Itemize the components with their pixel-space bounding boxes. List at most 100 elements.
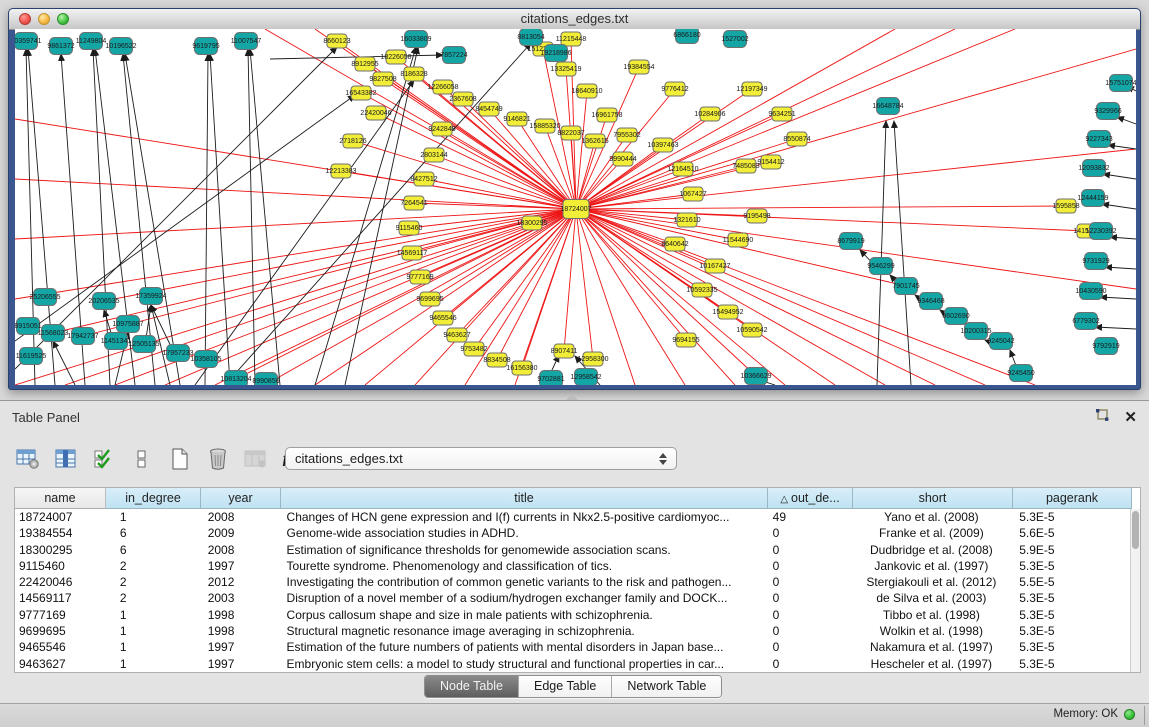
tab-edge-table[interactable]: Edge Table (519, 676, 612, 697)
graph-node[interactable]: 18724007 (560, 200, 591, 219)
graph-node[interactable]: 8813054 (517, 29, 544, 46)
network-window-titlebar[interactable]: citations_edges.txt (9, 9, 1140, 30)
graph-node[interactable]: 9699695 (416, 292, 443, 306)
table-row[interactable]: 1938455462009Genome-wide association stu… (15, 525, 1130, 541)
graph-node[interactable]: 9776412 (661, 82, 688, 96)
column-header-title[interactable]: title (281, 488, 768, 509)
graph-node[interactable]: 9146821 (503, 112, 530, 126)
column-header-name[interactable]: name (15, 488, 106, 509)
graph-node[interactable]: 12230392 (1085, 223, 1116, 240)
tab-node-table[interactable]: Node Table (425, 676, 519, 697)
graph-node[interactable]: 11007547 (231, 33, 262, 50)
graph-node[interactable]: 2803144 (420, 148, 447, 162)
table-row[interactable]: 2242004622012Investigating the contribut… (15, 574, 1130, 590)
graph-node[interactable]: 8912955 (351, 57, 378, 71)
graph-node[interactable]: 8915051 (15, 318, 42, 335)
graph-node[interactable]: 8186328 (400, 67, 427, 81)
tab-network-table[interactable]: Network Table (612, 676, 721, 697)
graph-node[interactable]: 16961758 (591, 108, 622, 122)
panel-resize-handle[interactable] (566, 394, 578, 400)
graph-node[interactable]: 8990856 (252, 373, 279, 386)
table-row[interactable]: 1872400712008Changes of HCN gene express… (15, 509, 1130, 525)
graph-node[interactable]: 20206535 (88, 293, 119, 310)
graph-node[interactable]: 1067427 (679, 187, 706, 201)
graph-node[interactable]: 17957233 (162, 345, 193, 362)
graph-node[interactable]: 16543382 (345, 86, 376, 100)
graph-node[interactable]: 16156380 (506, 361, 537, 375)
graph-node[interactable]: 25206555 (29, 289, 60, 306)
graph-node[interactable]: 9242848 (428, 122, 455, 136)
graph-node[interactable]: 12164510 (667, 162, 698, 176)
delete-table-icon[interactable] (242, 446, 270, 472)
graph-node[interactable]: 9731929 (1082, 253, 1109, 270)
graph-node[interactable]: 10366629 (740, 368, 771, 385)
graph-node[interactable]: 9990444 (609, 152, 636, 166)
graph-node[interactable]: 8679919 (837, 233, 864, 250)
graph-node[interactable]: 11451341 (101, 333, 132, 350)
graph-node[interactable]: 1527002 (721, 31, 748, 48)
graph-node[interactable]: 9792919 (1092, 338, 1119, 355)
delete-column-icon[interactable] (204, 446, 232, 472)
graph-node[interactable]: 8427512 (410, 172, 437, 186)
graph-node[interactable]: 8454749 (475, 102, 502, 116)
graph-node[interactable]: 9702881 (537, 371, 564, 386)
graph-node[interactable]: 15885320 (529, 119, 560, 133)
select-all-columns-icon[interactable] (90, 446, 118, 472)
graph-node[interactable]: 7901745 (892, 278, 919, 295)
graph-node[interactable]: 9634251 (768, 107, 795, 121)
network-canvas-svg[interactable]: 1872400718300295866012389129551822605898… (15, 29, 1136, 385)
column-header-out-de-[interactable]: △out_de... (768, 488, 853, 509)
graph-node[interactable]: 9465546 (429, 311, 456, 325)
graph-node[interactable]: 15494952 (712, 305, 743, 319)
graph-node[interactable]: 12958542 (570, 369, 601, 386)
graph-node[interactable]: 19384554 (623, 60, 654, 74)
graph-node[interactable]: 8907411 (551, 344, 578, 358)
graph-node[interactable]: 7264541 (400, 196, 427, 210)
create-column-icon[interactable] (166, 446, 194, 472)
graph-node[interactable]: 11619525 (16, 348, 47, 365)
graph-node[interactable]: 9546299 (867, 258, 894, 275)
graph-node[interactable]: 11544690 (723, 233, 754, 247)
graph-node[interactable]: 9694155 (672, 333, 699, 347)
graph-node[interactable]: 19218986 (540, 45, 571, 62)
graph-node[interactable]: 1595858 (1052, 199, 1079, 213)
graph-node[interactable]: 9154412 (757, 155, 784, 169)
graph-node[interactable]: 6866180 (673, 29, 700, 44)
graph-node[interactable]: 9115460 (396, 221, 423, 235)
show-columns-icon[interactable] (52, 446, 80, 472)
column-header-short[interactable]: short (853, 488, 1013, 509)
column-header-pagerank[interactable]: pagerank (1013, 488, 1132, 509)
graph-node[interactable]: 16648784 (872, 98, 903, 115)
graph-node[interactable]: 6779302 (1072, 313, 1099, 330)
table-row[interactable]: 946554611997Estimation of the future num… (15, 639, 1130, 655)
graph-node[interactable]: 20359741 (15, 33, 42, 50)
graph-node[interactable]: 10592335 (686, 283, 717, 297)
graph-node[interactable]: 17942737 (67, 328, 98, 345)
graph-node[interactable]: 11568023 (38, 325, 69, 342)
graph-node[interactable]: 15751074 (1105, 75, 1136, 92)
graph-node[interactable]: 9227343 (1085, 131, 1112, 148)
table-selector-dropdown[interactable]: citations_edges.txt (285, 447, 677, 470)
graph-node[interactable]: 8602690 (942, 308, 969, 325)
graph-node[interactable]: 2718126 (339, 134, 366, 148)
graph-node[interactable]: 10397463 (647, 138, 678, 152)
graph-node[interactable]: 18226058 (380, 50, 411, 64)
graph-node[interactable]: 12444159 (1077, 190, 1108, 207)
graph-node[interactable]: 12197349 (736, 82, 767, 96)
graph-node[interactable]: 10590542 (736, 323, 767, 337)
graph-node[interactable]: 8550874 (783, 132, 810, 146)
graph-node[interactable]: 9753482 (460, 342, 487, 356)
graph-node[interactable]: 1321610 (673, 213, 700, 227)
table-row[interactable]: 1456911722003Disruption of a novel membe… (15, 590, 1130, 606)
graph-node[interactable]: 9463627 (443, 328, 470, 342)
graph-node[interactable]: 9827508 (369, 72, 396, 86)
graph-node[interactable]: 7955302 (613, 128, 640, 142)
graph-node[interactable]: 2367608 (449, 92, 476, 106)
graph-node[interactable]: 10430590 (1075, 283, 1106, 300)
graph-node[interactable]: 10200315 (960, 323, 991, 340)
scrollbar-thumb[interactable] (1132, 511, 1139, 549)
graph-node[interactable]: 9861372 (47, 38, 74, 55)
graph-node[interactable]: 9346468 (917, 293, 944, 310)
graph-node[interactable]: 11249804 (76, 33, 107, 50)
graph-node[interactable]: 10975887 (112, 316, 143, 333)
